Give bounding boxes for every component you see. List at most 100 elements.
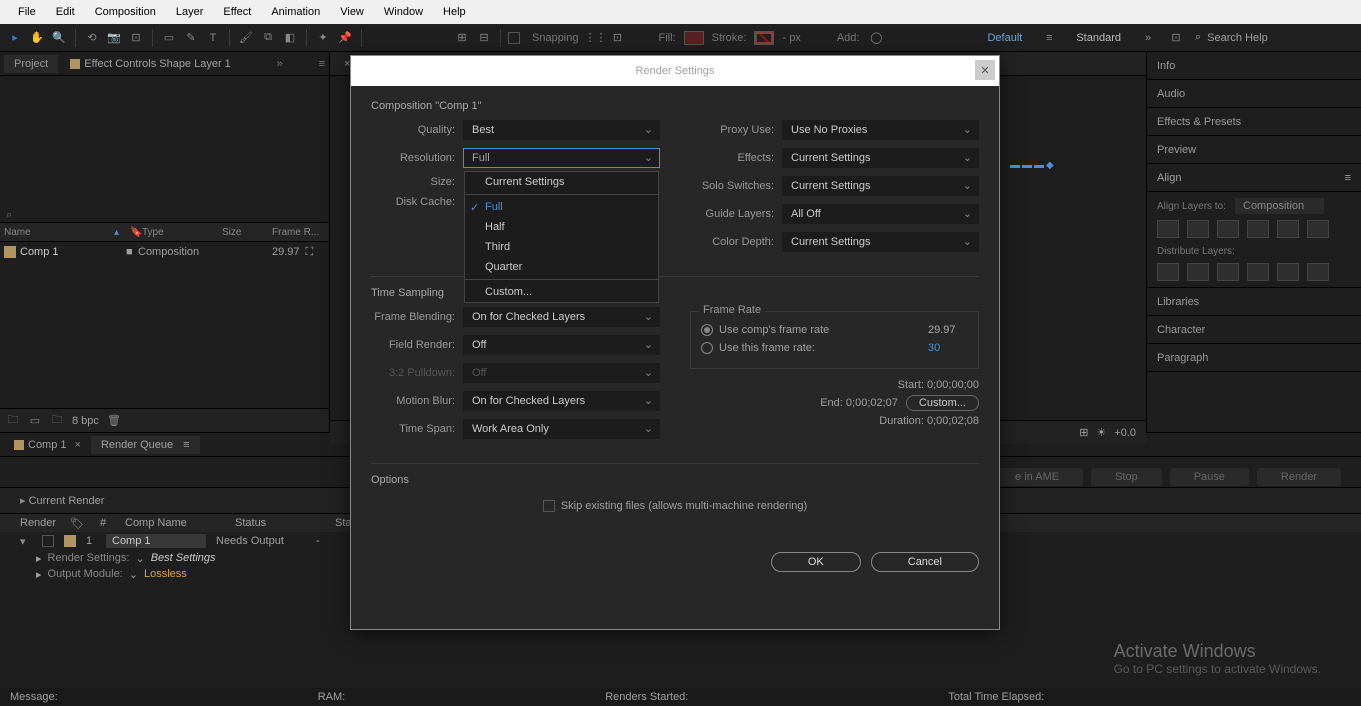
- dist-3-icon[interactable]: [1217, 263, 1239, 281]
- exposure-value[interactable]: +0.0: [1114, 427, 1136, 439]
- res-opt-full[interactable]: Full: [465, 197, 658, 217]
- roto-tool-icon[interactable]: ✦: [314, 29, 332, 47]
- brush-tool-icon[interactable]: 🖌: [237, 29, 255, 47]
- twirl-icon[interactable]: ▾: [20, 535, 32, 548]
- tab-effect-controls[interactable]: Effect Controls Shape Layer 1: [60, 55, 241, 73]
- render-settings-link[interactable]: Best Settings: [151, 552, 216, 564]
- custom-timespan-button[interactable]: Custom...: [906, 395, 979, 411]
- new-folder-icon[interactable]: 🗀: [50, 414, 64, 428]
- pen-tool-icon[interactable]: ✎: [182, 29, 200, 47]
- time-span-dropdown[interactable]: Work Area Only: [463, 419, 660, 439]
- tab-project[interactable]: Project: [4, 55, 58, 73]
- sync-icon[interactable]: ⊡: [1167, 29, 1185, 47]
- effects-dropdown[interactable]: Current Settings: [782, 148, 979, 168]
- trash-icon[interactable]: 🗑: [107, 414, 121, 428]
- menu-composition[interactable]: Composition: [85, 2, 166, 22]
- bpc-button[interactable]: 8 bpc: [72, 415, 99, 427]
- proxy-dropdown[interactable]: Use No Proxies: [782, 120, 979, 140]
- camera-tool-icon[interactable]: 📷: [105, 29, 123, 47]
- field-render-dropdown[interactable]: Off: [463, 335, 660, 355]
- project-search-icon[interactable]: ⌕: [6, 209, 12, 222]
- align-to-dropdown[interactable]: Composition: [1235, 198, 1324, 214]
- twirl-rs-icon[interactable]: ▸: [36, 552, 42, 565]
- align-left-icon[interactable]: [1157, 220, 1179, 238]
- rect-tool-icon[interactable]: ▭: [160, 29, 178, 47]
- interpret-icon[interactable]: 🗀: [6, 414, 20, 428]
- align-hcenter-icon[interactable]: [1187, 220, 1209, 238]
- res-opt-half[interactable]: Half: [465, 217, 658, 237]
- puppet-tool-icon[interactable]: 📌: [336, 29, 354, 47]
- menu-layer[interactable]: Layer: [166, 2, 214, 22]
- grid-icon[interactable]: ⊞: [1079, 426, 1088, 439]
- workspace-default[interactable]: Default: [979, 30, 1030, 46]
- panel-preview[interactable]: Preview: [1147, 136, 1361, 164]
- search-help[interactable]: ⌕ Search Help: [1195, 31, 1355, 44]
- res-opt-current[interactable]: Current Settings: [465, 172, 658, 192]
- new-comp-icon[interactable]: ▭: [28, 414, 42, 428]
- selection-tool-icon[interactable]: ▸: [6, 29, 24, 47]
- menu-file[interactable]: File: [8, 2, 46, 22]
- tab-render-queue[interactable]: Render Queue ≡: [91, 436, 200, 454]
- menu-edit[interactable]: Edit: [46, 2, 85, 22]
- fill-swatch[interactable]: [684, 31, 704, 45]
- output-module-link[interactable]: Lossless: [144, 568, 187, 580]
- panel-overflow-icon[interactable]: »: [277, 58, 283, 70]
- panel-audio[interactable]: Audio: [1147, 80, 1361, 108]
- stroke-swatch[interactable]: [754, 31, 774, 45]
- res-opt-quarter[interactable]: Quarter: [465, 257, 658, 277]
- dist-1-icon[interactable]: [1157, 263, 1179, 281]
- use-comp-fps-radio[interactable]: Use comp's frame rate 29.97: [701, 324, 968, 336]
- frame-blending-dropdown[interactable]: On for Checked Layers: [463, 307, 660, 327]
- eraser-tool-icon[interactable]: ◧: [281, 29, 299, 47]
- panel-effects-presets[interactable]: Effects & Presets: [1147, 108, 1361, 136]
- workspace-menu-icon[interactable]: ≡: [1040, 29, 1058, 47]
- dialog-close-button[interactable]: ✕: [975, 60, 995, 80]
- motion-blur-dropdown[interactable]: On for Checked Layers: [463, 391, 660, 411]
- add-menu-icon[interactable]: ◯: [867, 29, 885, 47]
- zoom-tool-icon[interactable]: 🔍: [50, 29, 68, 47]
- pan-behind-tool-icon[interactable]: ⊡: [127, 29, 145, 47]
- align-menu-icon[interactable]: ≡: [1345, 172, 1351, 184]
- quality-dropdown[interactable]: Best: [463, 120, 660, 140]
- menu-help[interactable]: Help: [433, 2, 476, 22]
- align-right-icon[interactable]: [1217, 220, 1239, 238]
- res-opt-custom[interactable]: Custom...: [465, 282, 658, 302]
- menu-view[interactable]: View: [330, 2, 374, 22]
- resolution-dropdown[interactable]: Full Current Settings Full Half Third Qu…: [463, 148, 660, 168]
- stroke-width[interactable]: - px: [782, 32, 800, 44]
- exposure-icon[interactable]: ☀: [1096, 426, 1106, 439]
- stop-button[interactable]: Stop: [1091, 468, 1162, 486]
- twirl-om-icon[interactable]: ▸: [36, 568, 42, 581]
- overflow-icon[interactable]: »: [1139, 29, 1157, 47]
- snap-opt1-icon[interactable]: ⋮⋮: [587, 29, 605, 47]
- snap-opt2-icon[interactable]: ⊡: [609, 29, 627, 47]
- panel-info[interactable]: Info: [1147, 52, 1361, 80]
- hand-tool-icon[interactable]: ✋: [28, 29, 46, 47]
- align-bottom-icon[interactable]: [1307, 220, 1329, 238]
- clone-tool-icon[interactable]: ⧉: [259, 29, 277, 47]
- res-opt-third[interactable]: Third: [465, 237, 658, 257]
- menu-animation[interactable]: Animation: [261, 2, 330, 22]
- depth-dropdown[interactable]: Current Settings: [782, 232, 979, 252]
- pause-button[interactable]: Pause: [1170, 468, 1249, 486]
- rq-menu-icon[interactable]: ≡: [183, 439, 189, 451]
- dropdown-icon[interactable]: ⛶: [306, 246, 314, 259]
- type-tool-icon[interactable]: T: [204, 29, 222, 47]
- panel-character[interactable]: Character: [1147, 316, 1361, 344]
- align-top-icon[interactable]: [1247, 220, 1269, 238]
- panel-libraries[interactable]: Libraries: [1147, 288, 1361, 316]
- solo-dropdown[interactable]: Current Settings: [782, 176, 979, 196]
- menu-window[interactable]: Window: [374, 2, 433, 22]
- snapping-checkbox[interactable]: [508, 32, 520, 44]
- align-vcenter-icon[interactable]: [1277, 220, 1299, 238]
- panel-paragraph[interactable]: Paragraph: [1147, 344, 1361, 372]
- ok-button[interactable]: OK: [771, 552, 861, 572]
- rotate-tool-icon[interactable]: ⟲: [83, 29, 101, 47]
- timeline-tab-comp1[interactable]: Comp 1 ×: [4, 436, 91, 454]
- local-axis-icon[interactable]: ⊞: [453, 29, 471, 47]
- dist-5-icon[interactable]: [1277, 263, 1299, 281]
- render-button[interactable]: Render: [1257, 468, 1341, 486]
- close-tab-icon[interactable]: ×: [75, 439, 81, 451]
- panel-align-header[interactable]: Align ≡: [1147, 164, 1361, 192]
- queue-ame-button[interactable]: e in AME: [991, 468, 1083, 486]
